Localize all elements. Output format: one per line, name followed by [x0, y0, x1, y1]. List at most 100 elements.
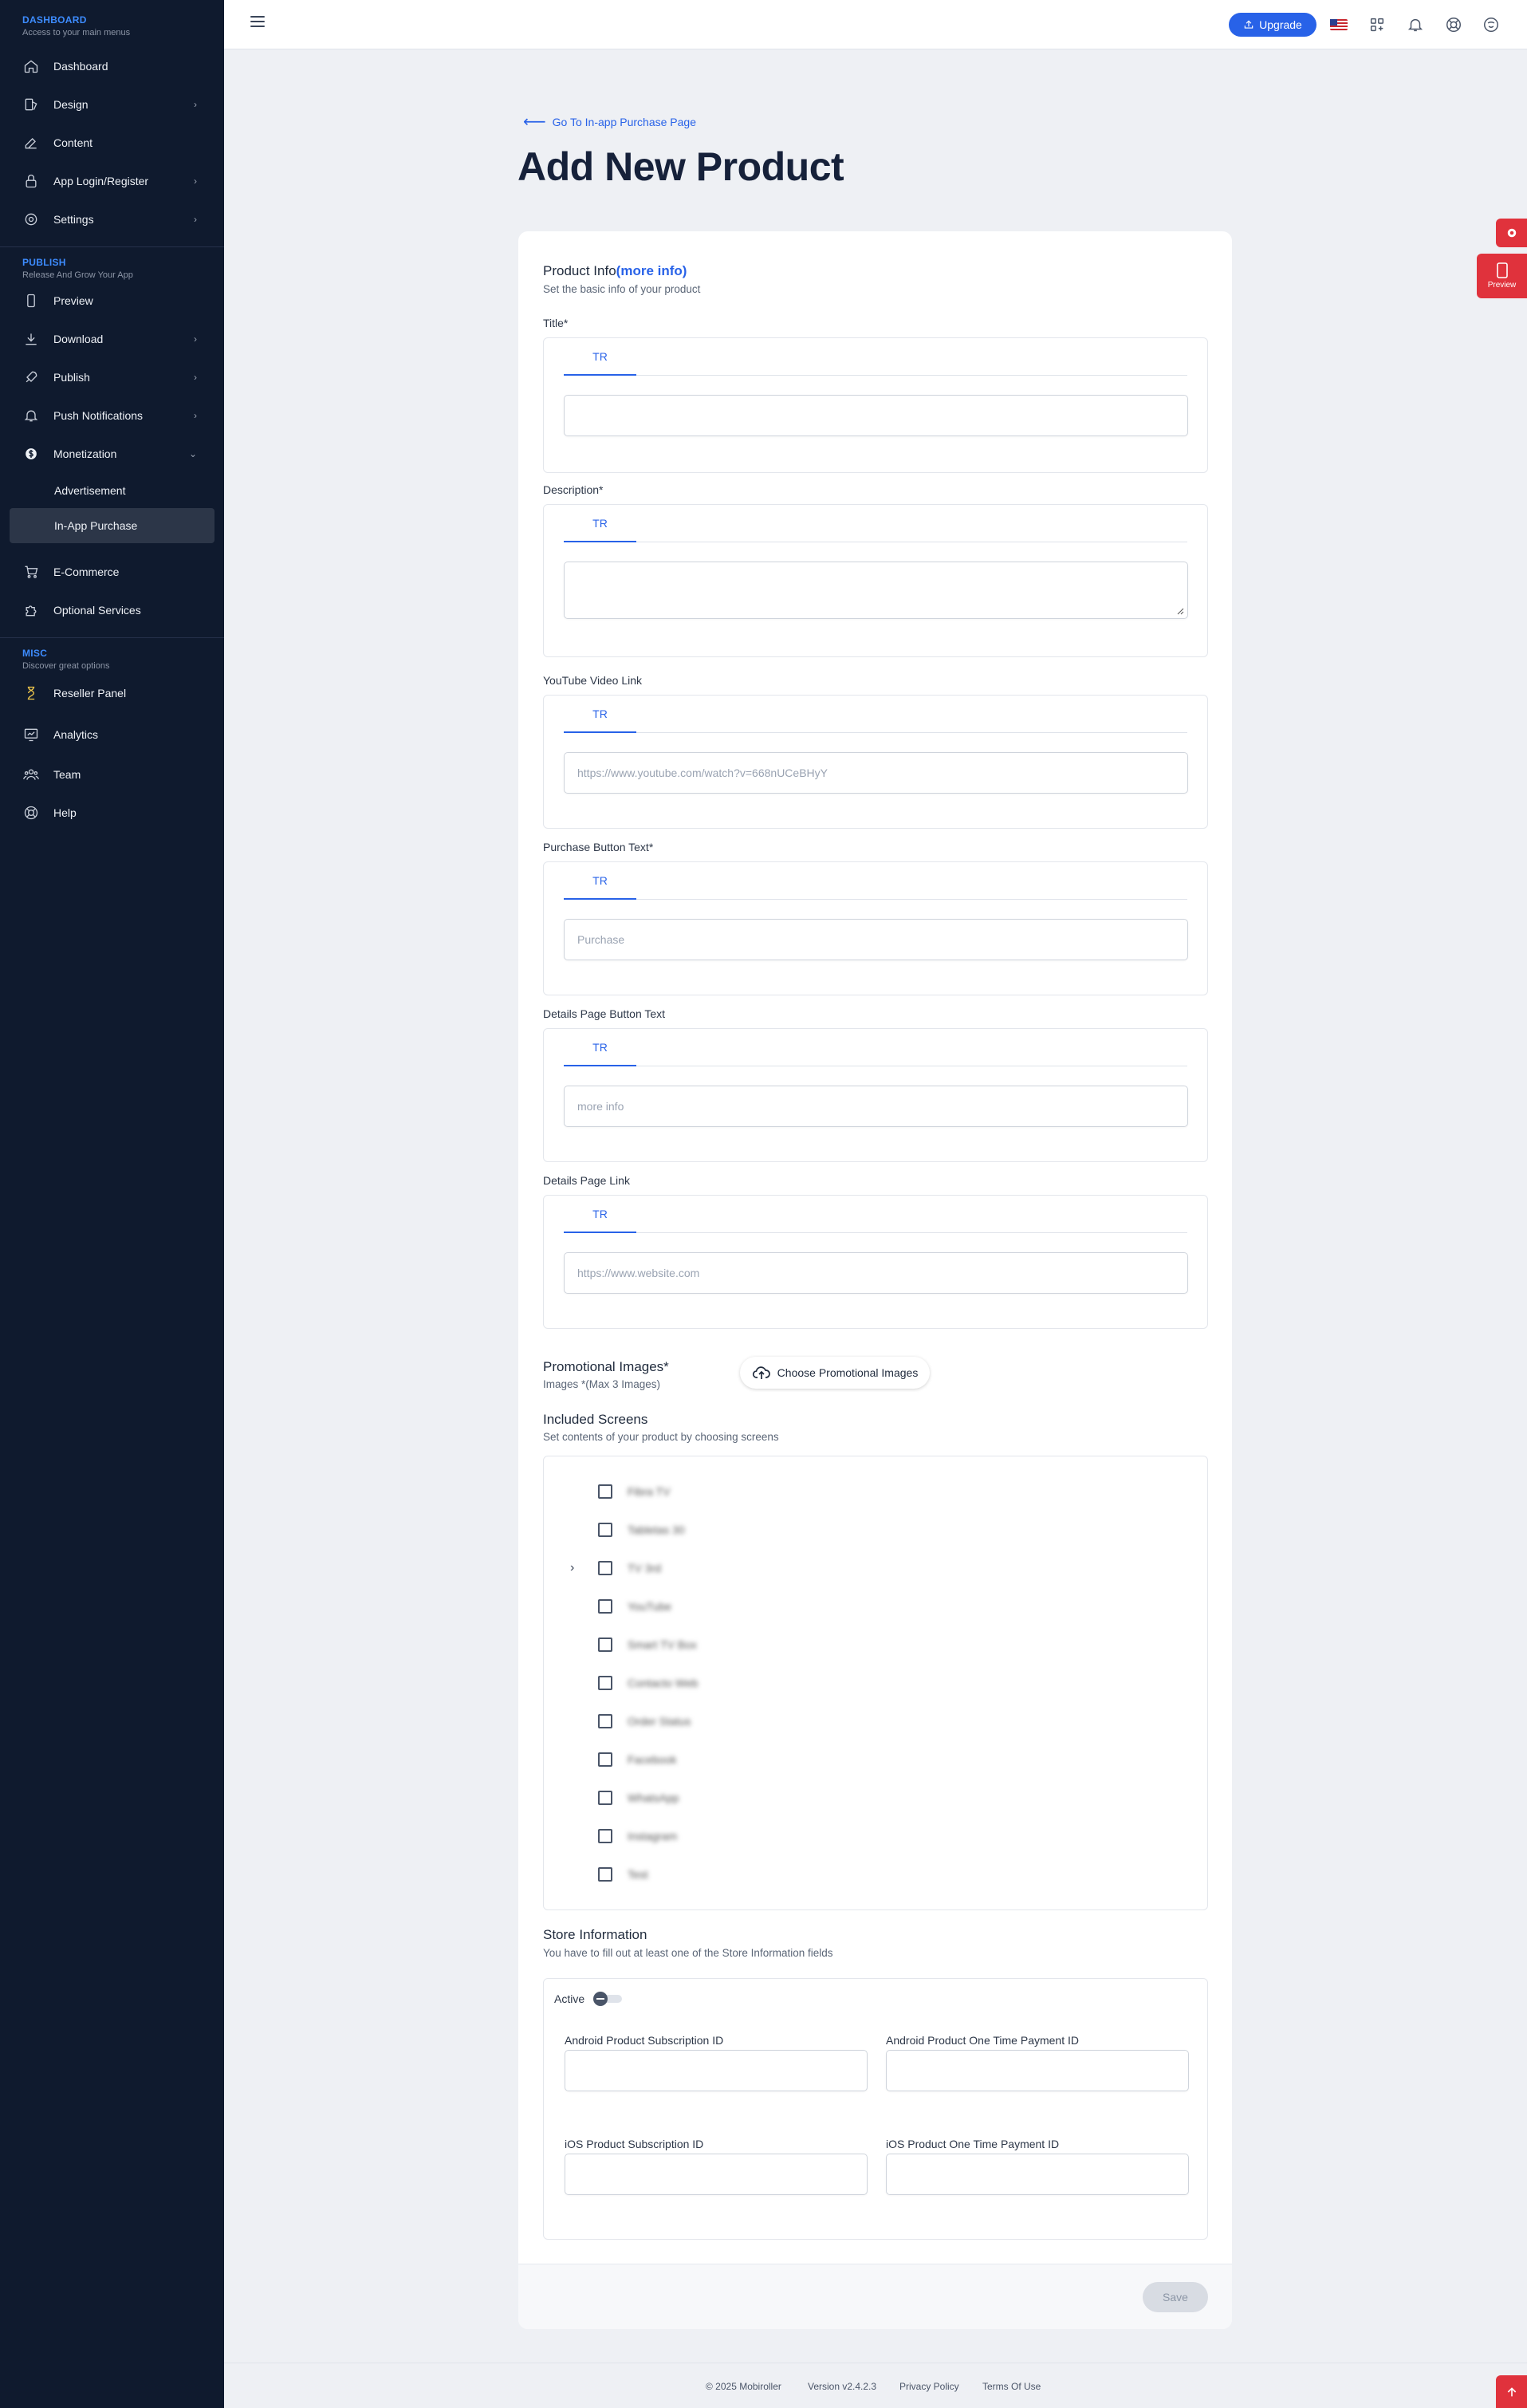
tab-tr[interactable]: TR	[564, 862, 636, 900]
user-icon[interactable]	[1481, 14, 1501, 35]
scroll-to-top-button[interactable]	[1496, 2375, 1527, 2408]
language-tabs: TR	[564, 505, 1187, 542]
choose-promotional-images-button[interactable]: Choose Promotional Images	[740, 1357, 930, 1389]
bell-icon	[22, 407, 40, 424]
upgrade-button[interactable]: Upgrade	[1229, 13, 1316, 37]
sidebar-item-help[interactable]: Help	[0, 794, 224, 832]
sidebar-item-preview[interactable]: Preview	[0, 282, 224, 320]
chevron-right-icon: ›	[194, 214, 197, 225]
resize-handle-icon[interactable]	[1176, 607, 1184, 615]
sidebar-item-monetization[interactable]: Monetization ⌄	[0, 435, 224, 473]
tab-tr[interactable]: TR	[564, 1029, 636, 1066]
sidebar-item-reseller-panel[interactable]: Reseller Panel	[0, 672, 224, 714]
included-screens-title: Included Screens	[543, 1412, 648, 1427]
title-input[interactable]	[564, 395, 1188, 436]
screen-row: Order Status	[544, 1702, 1207, 1740]
us-flag-icon[interactable]	[1328, 14, 1349, 35]
sidebar-item-optional-services[interactable]: Optional Services	[0, 591, 224, 629]
chevron-right-icon: ›	[194, 99, 197, 110]
screen-name: Facebook	[628, 1753, 677, 1766]
sidebar-subitem-in-app-purchase[interactable]: In-App Purchase	[10, 508, 214, 543]
sidebar-item-label: Design	[53, 98, 89, 111]
screen-checkbox[interactable]	[598, 1638, 612, 1652]
purchase-button-text-input[interactable]: Purchase	[564, 919, 1188, 960]
tab-tr[interactable]: TR	[564, 338, 636, 376]
ios-subscription-id-input[interactable]	[565, 2154, 868, 2195]
hamburger-menu-icon[interactable]	[250, 16, 265, 27]
sidebar-item-settings[interactable]: Settings ›	[0, 200, 224, 238]
sidebar-item-team[interactable]: Team	[0, 755, 224, 794]
puzzle-icon	[22, 601, 40, 619]
store-information-title: Store Information	[543, 1927, 647, 1942]
screen-checkbox[interactable]	[598, 1829, 612, 1843]
screen-row: Tabletas 30	[544, 1511, 1207, 1549]
sidebar-item-content[interactable]: Content	[0, 124, 224, 162]
chevron-right-icon: ›	[194, 410, 197, 421]
sidebar-item-label: Download	[53, 333, 104, 345]
tab-tr[interactable]: TR	[564, 505, 636, 542]
sidebar-item-push-notifications[interactable]: Push Notifications ›	[0, 396, 224, 435]
android-one-time-payment-id-input[interactable]	[886, 2050, 1189, 2091]
chevron-right-icon[interactable]: ›	[570, 1561, 574, 1575]
screen-checkbox[interactable]	[598, 1484, 612, 1499]
sidebar-item-label: Preview	[53, 294, 93, 307]
included-screens-tree: Fibra TV Tabletas 30 › TV 3rd YouTube Smart T…	[543, 1456, 1208, 1910]
sidebar-subitem-advertisement[interactable]: Advertisement	[0, 473, 224, 508]
sidebar-item-dashboard[interactable]: Dashboard	[0, 47, 224, 85]
chevron-right-icon: ›	[194, 175, 197, 187]
apps-icon[interactable]	[1367, 14, 1387, 35]
sidebar-item-analytics[interactable]: Analytics	[0, 714, 224, 755]
screen-checkbox[interactable]	[598, 1867, 612, 1882]
title-field-group: TR	[543, 337, 1208, 473]
chevron-right-icon: ›	[194, 333, 197, 345]
bell-icon[interactable]	[1405, 14, 1426, 35]
upload-icon	[1244, 20, 1253, 29]
sidebar-item-publish[interactable]: Publish ›	[0, 358, 224, 396]
design-icon	[22, 96, 40, 113]
sidebar-item-design[interactable]: Design ›	[0, 85, 224, 124]
save-button[interactable]: Save	[1143, 2282, 1208, 2312]
screen-name: Test	[628, 1868, 648, 1881]
sidebar-item-ecommerce[interactable]: E-Commerce	[0, 553, 224, 591]
screen-checkbox[interactable]	[598, 1561, 612, 1575]
screen-checkbox[interactable]	[598, 1791, 612, 1805]
screen-checkbox[interactable]	[598, 1752, 612, 1767]
android-subscription-id-input[interactable]	[565, 2050, 868, 2091]
details-page-link-input[interactable]: https://www.website.com	[564, 1252, 1188, 1294]
language-tabs: TR	[564, 1196, 1187, 1233]
more-info-link[interactable]: (more info)	[616, 263, 687, 278]
floating-preview-button[interactable]: Preview	[1477, 254, 1527, 298]
footer-terms-link[interactable]: Terms Of Use	[982, 2381, 1041, 2392]
details-button-text-field-group: TR more info	[543, 1028, 1208, 1162]
sidebar-section-misc: MISC Discover great options	[0, 638, 224, 671]
screen-checkbox[interactable]	[598, 1599, 612, 1614]
active-toggle[interactable]	[593, 1992, 622, 2006]
floating-settings-button[interactable]	[1496, 219, 1527, 247]
product-form-card: Product Info(more info) Set the basic in…	[518, 231, 1232, 2329]
android-subscription-id-label: Android Product Subscription ID	[565, 2034, 724, 2047]
support-icon[interactable]	[1443, 14, 1464, 35]
details-button-text-input[interactable]: more info	[564, 1086, 1188, 1127]
tab-tr[interactable]: TR	[564, 696, 636, 733]
screen-name: Fibra TV	[628, 1485, 671, 1498]
screen-checkbox[interactable]	[598, 1714, 612, 1728]
youtube-link-input[interactable]: https://www.youtube.com/watch?v=668nUCeB…	[564, 752, 1188, 794]
language-tabs: TR	[564, 696, 1187, 733]
back-to-in-app-purchase-link[interactable]: ⟵ Go To In-app Purchase Page	[523, 114, 696, 130]
sidebar-item-download[interactable]: Download ›	[0, 320, 224, 358]
sidebar-item-label: Settings	[53, 213, 94, 226]
tab-tr[interactable]: TR	[564, 1196, 636, 1233]
lock-icon	[22, 172, 40, 190]
screen-checkbox[interactable]	[598, 1523, 612, 1537]
sidebar-item-app-login[interactable]: App Login/Register ›	[0, 162, 224, 200]
description-textarea[interactable]	[564, 562, 1188, 619]
screen-checkbox[interactable]	[598, 1676, 612, 1690]
footer-version: Version v2.4.2.3	[808, 2381, 877, 2392]
sidebar-item-label: Team	[53, 768, 81, 781]
ios-one-time-payment-id-input[interactable]	[886, 2154, 1189, 2195]
analytics-icon	[22, 726, 40, 743]
android-one-time-payment-id-label: Android Product One Time Payment ID	[886, 2034, 1079, 2047]
page-title: Add New Product	[518, 144, 844, 189]
active-label: Active	[554, 1992, 585, 2005]
footer-privacy-link[interactable]: Privacy Policy	[899, 2381, 959, 2392]
